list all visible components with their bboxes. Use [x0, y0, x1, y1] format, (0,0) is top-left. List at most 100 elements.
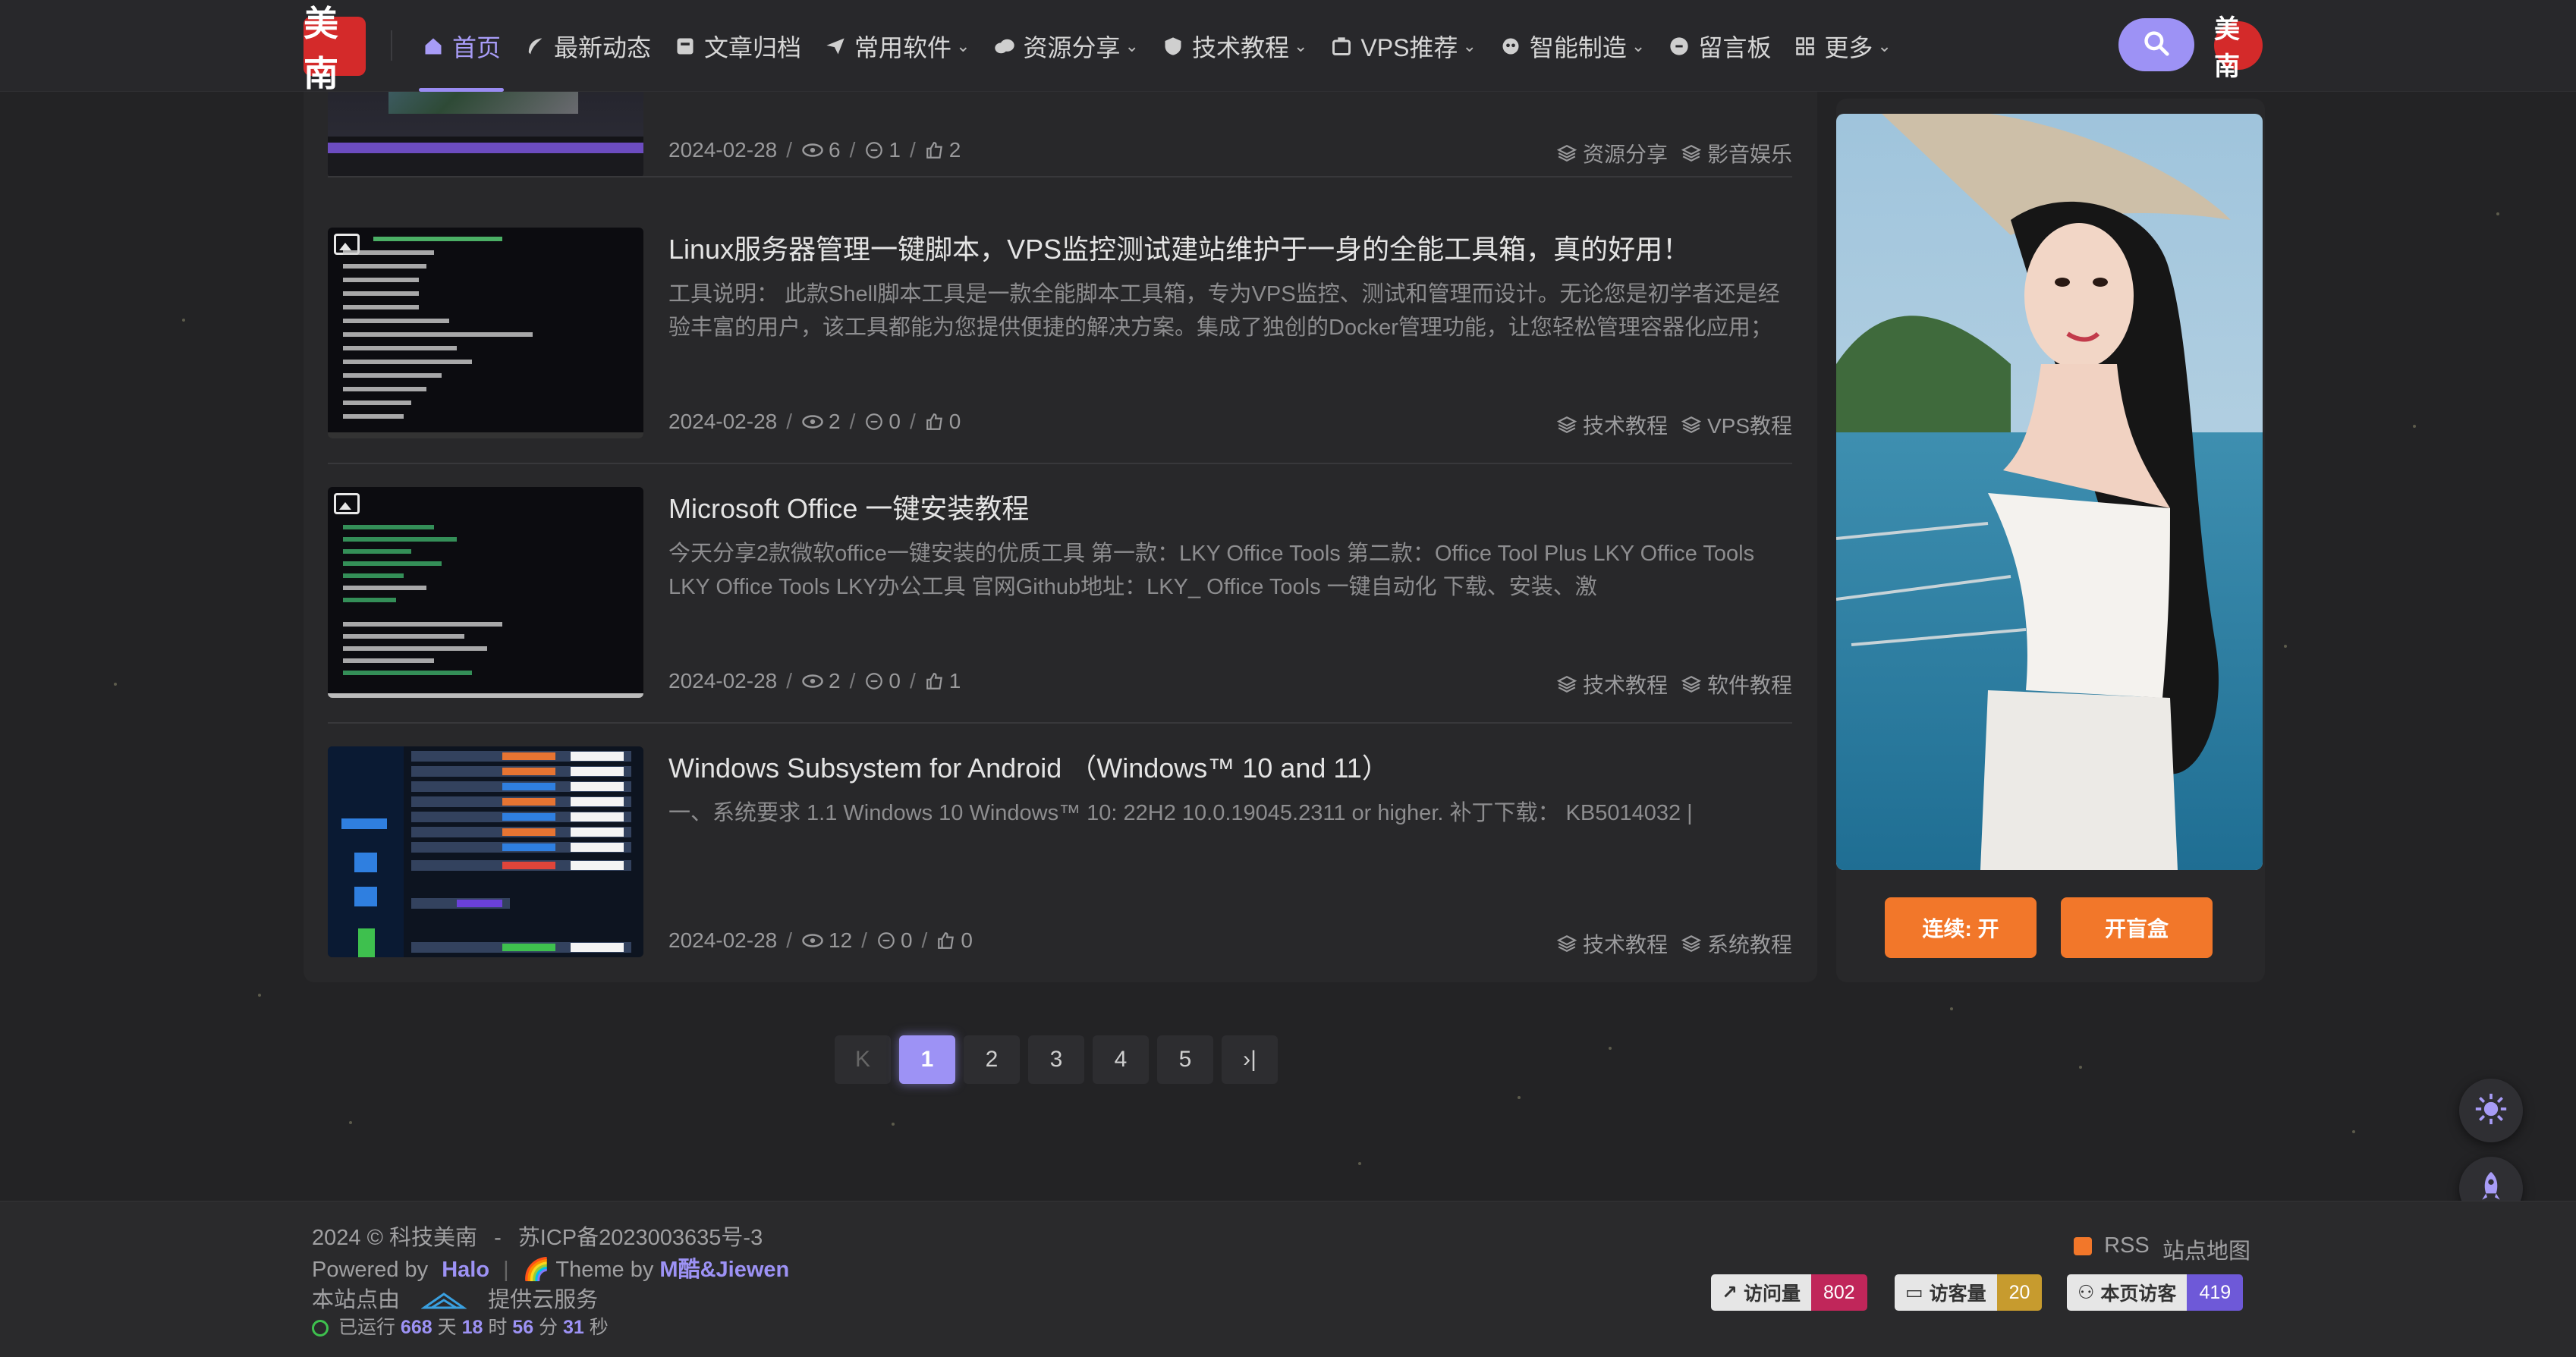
send-icon: [824, 35, 847, 58]
tag-link[interactable]: VPS教程: [1681, 410, 1792, 440]
page-button[interactable]: 3: [1028, 1035, 1084, 1084]
tag-link[interactable]: 资源分享: [1556, 138, 1668, 168]
nav-item-resources[interactable]: 资源分享 ⌄: [987, 0, 1156, 92]
search-button[interactable]: [2118, 18, 2194, 71]
footer-host-line: 本站点由 提供云服务: [312, 1288, 599, 1312]
nav-item-vps[interactable]: VPS推荐 ⌄: [1324, 0, 1492, 92]
post-thumbnail[interactable]: [328, 746, 643, 957]
post-title[interactable]: Windows Subsystem for Android （Windows™ …: [668, 746, 1389, 786]
post-meta: 2024-02-28 / 2 / 0 / 0: [668, 410, 961, 433]
feather-icon: [524, 35, 546, 58]
nav-item-archive[interactable]: 文章归档: [668, 0, 818, 92]
user-avatar[interactable]: 美南: [2214, 14, 2263, 82]
search-icon: [2142, 29, 2171, 61]
first-page-button[interactable]: K: [835, 1035, 891, 1084]
rss-icon: [2074, 1237, 2092, 1256]
last-page-button[interactable]: ›|: [1222, 1035, 1278, 1084]
monitor-icon: ▭: [1905, 1282, 1923, 1303]
page-button[interactable]: 2: [964, 1035, 1020, 1084]
post-thumbnail[interactable]: [328, 228, 643, 438]
tag-link[interactable]: 技术教程: [1556, 669, 1668, 699]
theme-toggle-button[interactable]: [2459, 1079, 2523, 1142]
post-item[interactable]: Microsoft Office 一键安装教程 今天分享2款微软office一键…: [328, 487, 1792, 745]
image-icon: [334, 493, 360, 514]
like-count: 0: [961, 928, 973, 952]
thumbs-up-icon: [926, 673, 942, 689]
page-button[interactable]: 1: [899, 1035, 955, 1084]
cloud-provider-logo[interactable]: [420, 1291, 467, 1311]
nav-item-software[interactable]: 常用软件 ⌄: [818, 0, 986, 92]
post-excerpt: 今天分享2款微软office一键安装的优质工具 第一款：LKY Office T…: [668, 542, 1755, 599]
nav-label: 更多: [1824, 33, 1873, 61]
view-count: 6: [829, 138, 841, 162]
post-title[interactable]: Linux服务器管理一键脚本，VPS监控测试建站维护于一身的全能工具箱，真的好用…: [668, 228, 1690, 267]
layers-icon: [1556, 935, 1577, 952]
users-icon: ⚇: [2077, 1282, 2095, 1303]
nav-label: 最新动态: [554, 33, 652, 61]
tag-link[interactable]: 软件教程: [1681, 669, 1792, 699]
tag-link[interactable]: 技术教程: [1556, 410, 1668, 440]
chevron-down-icon: ⌄: [1462, 36, 1477, 55]
post-title[interactable]: Microsoft Office 一键安装教程: [668, 487, 1029, 526]
post-item[interactable]: Linux服务器管理一键脚本，VPS监控测试建站维护于一身的全能工具箱，真的好用…: [328, 228, 1792, 485]
post-tags: 资源分享 影音娱乐: [1543, 138, 1792, 168]
comment-icon: [866, 142, 883, 159]
comment-count: 1: [889, 138, 901, 162]
theme-author-link[interactable]: M酷&Jiewen: [659, 1258, 789, 1282]
comment-count: 0: [889, 410, 901, 433]
view-count: 2: [829, 669, 841, 693]
post-date: 2024-02-28: [668, 410, 778, 433]
view-count: 2: [829, 410, 841, 433]
post-tags: 技术教程 VPS教程: [1543, 410, 1792, 440]
like-count: 1: [948, 669, 961, 693]
chevron-down-icon: ⌄: [956, 36, 970, 55]
nav-item-tutorials[interactable]: 技术教程 ⌄: [1156, 0, 1324, 92]
post-tags: 技术教程 软件教程: [1543, 669, 1792, 699]
nav-label: VPS推荐: [1360, 33, 1458, 61]
eye-icon: [802, 674, 823, 688]
nav-label: 首页: [452, 33, 502, 61]
nav-item-latest[interactable]: 最新动态: [517, 0, 668, 92]
comment-icon: [878, 932, 895, 949]
nav-label: 资源分享: [1023, 33, 1121, 61]
post-divider: [328, 463, 1792, 464]
chevron-down-icon: ⌄: [1293, 36, 1308, 55]
tag-link[interactable]: 系统教程: [1681, 928, 1792, 959]
nav-item-more[interactable]: 更多 ⌄: [1788, 0, 1908, 92]
comment-count: 0: [900, 928, 913, 952]
tag-link[interactable]: 技术教程: [1556, 928, 1668, 959]
layers-icon: [1681, 935, 1701, 952]
post-thumbnail[interactable]: [328, 487, 643, 698]
message-icon: [1668, 35, 1691, 58]
sitemap-link[interactable]: 站点地图: [2162, 1233, 2250, 1265]
page-visitors-badge: ⚇ 本页访客 419: [2067, 1274, 2244, 1311]
eye-icon: [802, 934, 823, 947]
post-item[interactable]: Windows Subsystem for Android （Windows™ …: [328, 746, 1792, 1004]
blind-box-button[interactable]: 开盲盒: [2061, 897, 2213, 958]
halo-link[interactable]: Halo: [442, 1258, 489, 1282]
eye-icon: [802, 143, 823, 157]
nav-item-guestbook[interactable]: 留言板: [1662, 0, 1788, 92]
comment-count: 0: [889, 669, 901, 693]
tag-link[interactable]: 影音娱乐: [1681, 138, 1792, 168]
nav-label: 常用软件: [854, 33, 952, 61]
nav-item-manufacturing[interactable]: 智能制造 ⌄: [1493, 0, 1662, 92]
post-date: 2024-02-28: [668, 138, 778, 162]
page-button[interactable]: 4: [1093, 1035, 1149, 1084]
robot-icon: [1499, 35, 1522, 58]
continuous-toggle-button[interactable]: 连续: 开: [1885, 897, 2037, 958]
comment-icon: [866, 673, 883, 689]
home-icon: [422, 35, 445, 58]
post-date: 2024-02-28: [668, 928, 778, 952]
comment-icon: [866, 413, 883, 430]
nav-label: 智能制造: [1529, 33, 1627, 61]
chevron-down-icon: ⌄: [1124, 36, 1139, 55]
footer-copyright-line: 2024 © 科技美南 - 苏ICP备2023003635号-3: [312, 1226, 763, 1250]
site-logo[interactable]: 美南: [304, 3, 366, 94]
rss-link[interactable]: RSS: [2074, 1233, 2150, 1258]
random-photo[interactable]: [1836, 114, 2263, 870]
chart-icon: ↗: [1722, 1282, 1738, 1303]
page-button[interactable]: 5: [1157, 1035, 1213, 1084]
nav-item-home[interactable]: 首页: [416, 0, 517, 92]
icp-link[interactable]: 苏ICP备2023003635号-3: [518, 1226, 763, 1250]
